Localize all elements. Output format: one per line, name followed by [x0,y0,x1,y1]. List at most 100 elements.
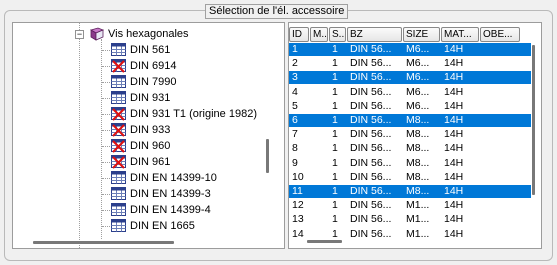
table-icon [111,91,126,105]
table-cell: 5 [292,99,298,112]
table-icon [111,203,126,217]
table-cell [480,157,520,170]
table-cell: 14H [444,156,464,169]
table-cell: 1 [332,128,338,141]
table-cell: DIN 56... [350,99,392,112]
tree-item[interactable]: DIN 7990 [111,74,176,90]
table-cell: M1... [406,213,430,226]
column-header[interactable]: M... [310,27,328,42]
table-row[interactable]: 13 1 DIN 56... M1... 14H [289,213,531,226]
tree-item[interactable]: DIN 931 T1 (origine 1982) [111,106,257,122]
table-cell [310,228,328,241]
table-cell: 1 [332,99,338,112]
table-row[interactable]: 9 1 DIN 56... M8... 14H [289,157,531,170]
tree-guide-line [102,98,110,99]
table-cell [480,128,520,141]
table-cell [480,114,520,127]
tree-item[interactable]: DIN 931 [111,90,170,106]
table-row[interactable]: 5 1 DIN 56... M6... 14H [289,100,531,113]
tree-item[interactable]: DIN 960 [111,138,170,154]
table-cell: DIN 56... [350,71,392,84]
table-cell: DIN 56... [350,57,392,70]
table-crossed-icon [111,123,126,137]
tree-item[interactable]: DIN 6914 [111,58,176,74]
table-row[interactable]: 11 1 DIN 56... M8... 14H [289,185,531,198]
table-cell: 8 [292,142,298,155]
table-row[interactable]: 6 1 DIN 56... M8... 14H [289,114,531,127]
tree-item-label: DIN EN 14399-4 [130,204,211,216]
table-crossed-icon [111,107,126,121]
tree-guide-line [101,39,102,239]
table-cell: 14H [444,170,464,183]
tree-item[interactable]: DIN EN 14399-3 [111,186,211,202]
tree-item[interactable]: DIN 561 [111,42,170,58]
tree-item[interactable]: DIN EN 1665 [111,218,195,234]
tree-guide-line [79,23,80,248]
column-header[interactable]: S... [329,27,346,42]
table-cell [480,171,520,184]
column-header[interactable]: BZ [347,27,402,42]
table-cell [310,213,328,226]
tree-item-label: DIN 961 [130,156,171,168]
table-row[interactable]: 14 1 DIN 56... M1... 14H [289,228,531,241]
tree-panel[interactable]: − Vis hexagonales DIN 561 DIN 6914 DIN 799… [12,22,285,249]
tree-guide-line [102,82,110,83]
column-header[interactable]: MAT... [441,27,479,42]
grid-horizontal-scrollbar[interactable] [307,240,342,243]
table-cell: 1 [332,57,338,70]
table-cell: 12 [292,199,304,212]
column-header[interactable]: OBE... [480,27,520,42]
table-cell: 1 [332,43,338,55]
table-cell: 14H [444,71,464,84]
tree-item[interactable]: DIN EN 14399-10 [111,170,217,186]
grid-panel[interactable]: IDM...S...BZSIZEMAT...OBE... 11DIN 56...… [288,22,542,249]
grid-vertical-scrollbar[interactable] [532,45,535,195]
tree-node-vis-hexagonales[interactable]: Vis hexagonales [89,26,189,42]
column-header[interactable]: SIZE [403,27,440,42]
table-cell: 1 [292,43,298,55]
table-cell [310,71,328,84]
table-row[interactable]: 12 1 DIN 56... M1... 14H [289,199,531,212]
table-cell [480,213,520,226]
table-cell [480,43,520,56]
table-cell [310,128,328,141]
table-cell [310,114,328,127]
table-row[interactable]: 3 1 DIN 56... M6... 14H [289,71,531,85]
table-cell [310,43,328,56]
column-header[interactable]: ID [289,27,309,42]
tree-item[interactable]: DIN 961 [111,154,170,170]
tree-item[interactable]: DIN EN 14399-4 [111,202,211,218]
table-cell: DIN 56... [350,199,392,212]
table-cell [310,57,328,70]
table-icon [111,171,126,185]
collapse-expander[interactable]: − [75,30,84,39]
table-cell: M8... [406,128,430,141]
table-icon [111,187,126,201]
table-cell [480,228,520,241]
table-cell [480,100,520,113]
table-cell: 11 [292,185,303,197]
table-cell [480,71,520,84]
table-cell [480,199,520,212]
table-row[interactable]: 4 1 DIN 56... M6... 14H [289,86,531,99]
table-cell: 6 [292,114,298,126]
tree-guide-line [102,114,110,115]
table-row[interactable]: 8 1 DIN 56... M8... 14H [289,142,531,155]
table-cell: DIN 56... [350,114,392,126]
table-cell [310,171,328,184]
table-cell: 14H [444,185,464,197]
table-cell: 1 [332,156,338,169]
table-row[interactable]: 7 1 DIN 56... M8... 14H [289,128,531,141]
table-cell: 14H [444,227,464,240]
table-cell: 1 [332,227,338,240]
table-cell: DIN 56... [350,170,392,183]
table-row[interactable]: 2 1 DIN 56... M6... 14H [289,57,531,70]
tree-item-label: DIN EN 14399-10 [130,172,217,184]
tree-horizontal-scrollbar[interactable] [33,241,174,244]
table-cell: M6... [406,99,430,112]
table-row[interactable]: 1 1 DIN 56... M6... 14H [289,43,531,56]
tree-vertical-scrollbar[interactable] [266,139,269,173]
table-row[interactable]: 10 1 DIN 56... M8... 14H [289,171,531,184]
table-cell [480,185,520,198]
tree-item[interactable]: DIN 933 [111,122,170,138]
